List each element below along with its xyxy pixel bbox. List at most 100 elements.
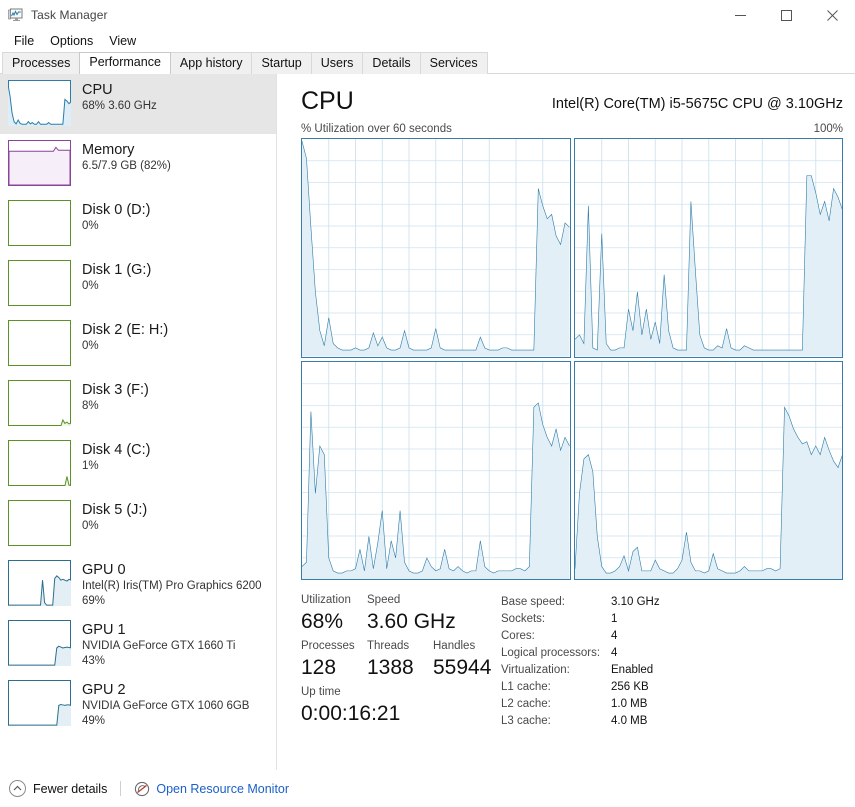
spec-key: Base speed: (501, 596, 565, 608)
spec-value: 4.0 MB (611, 715, 648, 727)
menu-item-view[interactable]: View (101, 32, 144, 50)
chevron-up-icon (9, 780, 26, 797)
stat-uptime: Up time 0:00:16:21 (301, 684, 501, 728)
sidebar-item-disk-4-title: Disk 4 (C:) (82, 442, 151, 458)
stat-label-threads: Threads (367, 640, 410, 652)
sidebar-item-cpu-mini-graph (8, 80, 71, 126)
spec-row: L2 cache: 1.0 MB (501, 696, 660, 713)
sidebar-item-disk-1[interactable]: Disk 1 (G:) 0% (0, 254, 276, 314)
graph-axis-labels: % Utilization over 60 seconds 100% (301, 123, 843, 135)
sidebar-item-disk-1-title: Disk 1 (G:) (82, 262, 152, 278)
sidebar-item-gpu-2-text: GPU 2 NVIDIA GeForce GTX 1060 6GB 49% (82, 680, 249, 729)
stat-value-uptime: 0:00:16:21 (301, 702, 401, 725)
stat-label-uptime: Up time (301, 686, 341, 698)
spec-key: Virtualization: (501, 664, 570, 676)
stat-label-speed: Speed (367, 594, 401, 606)
fewer-details-label: Fewer details (33, 781, 108, 796)
fewer-details-button[interactable]: Fewer details (9, 780, 107, 797)
sidebar-item-gpu-0-subtitle: Intel(R) Iris(TM) Pro Graphics 6200 (82, 580, 262, 592)
sidebar-item-disk-1-text: Disk 1 (G:) 0% (82, 260, 151, 294)
sidebar-item-cpu-title: CPU (82, 82, 113, 98)
sidebar-item-disk-3[interactable]: Disk 3 (F:) 8% (0, 374, 276, 434)
spec-value: 4 (611, 630, 618, 642)
resource-sidebar[interactable]: CPU 68% 3.60 GHz Memory 6.5/7.9 GB (82%) Dis… (0, 74, 277, 770)
sidebar-item-disk-1-mini-graph (8, 260, 71, 306)
stat-handles: Handles 55944 (433, 638, 499, 682)
statistics-area: Utilization 68% Speed 3.60 GHz Processes… (301, 592, 843, 730)
close-button[interactable] (809, 0, 855, 30)
sidebar-item-gpu-0-mini-graph (8, 560, 71, 606)
tab-services[interactable]: Services (419, 52, 488, 74)
sidebar-item-gpu-0-usage: 69% (82, 595, 106, 607)
spec-key: L2 cache: (501, 698, 551, 710)
sidebar-item-disk-2[interactable]: Disk 2 (E: H:) 0% (0, 314, 276, 374)
tab-details[interactable]: Details (362, 52, 421, 74)
window-controls (717, 0, 855, 30)
cpu-specifications: Base speed: 3.10 GHz Sockets: 1 Cores: 4 Logic… (501, 592, 660, 730)
stat-group-utilization-speed: Utilization 68% Speed 3.60 GHz (301, 592, 501, 636)
spec-row: Sockets: 1 (501, 611, 660, 628)
cpu-graph-3 (573, 360, 843, 580)
sidebar-item-disk-0[interactable]: Disk 0 (D:) 0% (0, 194, 276, 254)
resource-monitor-icon (134, 781, 150, 797)
stat-value-processes: 128 (301, 656, 337, 679)
spec-key: Sockets: (501, 613, 546, 625)
sidebar-item-disk-5[interactable]: Disk 5 (J:) 0% (0, 494, 276, 554)
sidebar-item-gpu-2-title: GPU 2 (82, 682, 126, 698)
sidebar-item-cpu-subtitle: 68% 3.60 GHz (82, 100, 157, 112)
spec-value: 1.0 MB (611, 698, 648, 710)
sidebar-item-gpu-2[interactable]: GPU 2 NVIDIA GeForce GTX 1060 6GB 49% (0, 674, 276, 734)
sidebar-item-disk-4[interactable]: Disk 4 (C:) 1% (0, 434, 276, 494)
sidebar-item-memory-text: Memory 6.5/7.9 GB (82%) (82, 140, 171, 174)
axis-label-left: % Utilization over 60 seconds (301, 123, 452, 135)
sidebar-item-cpu[interactable]: CPU 68% 3.60 GHz (0, 74, 276, 134)
tab-processes[interactable]: Processes (2, 52, 81, 74)
sidebar-item-gpu-2-usage: 49% (82, 715, 106, 727)
spec-key: L1 cache: (501, 681, 551, 693)
spec-value: Enabled (611, 664, 654, 676)
sidebar-item-disk-2-mini-graph (8, 320, 71, 366)
open-resource-monitor-link[interactable]: Open Resource Monitor (134, 781, 289, 797)
tab-startup[interactable]: Startup (251, 52, 312, 74)
stat-processes: Processes 128 (301, 638, 367, 682)
tab-app-history[interactable]: App history (169, 52, 253, 74)
sidebar-item-cpu-text: CPU 68% 3.60 GHz (82, 80, 157, 114)
maximize-button[interactable] (763, 0, 809, 30)
stat-label-utilization: Utilization (301, 594, 351, 606)
spec-row: L3 cache: 4.0 MB (501, 713, 660, 730)
sidebar-item-disk-5-title: Disk 5 (J:) (82, 502, 148, 518)
sidebar-item-disk-4-text: Disk 4 (C:) 1% (82, 440, 150, 474)
statistics-left: Utilization 68% Speed 3.60 GHz Processes… (301, 592, 501, 730)
sidebar-item-disk-0-mini-graph (8, 200, 71, 246)
spec-value: 1 (611, 613, 618, 625)
sidebar-item-memory[interactable]: Memory 6.5/7.9 GB (82%) (0, 134, 276, 194)
sidebar-item-disk-2-text: Disk 2 (E: H:) 0% (82, 320, 168, 354)
stat-speed: Speed 3.60 GHz (367, 592, 456, 636)
stat-label-processes: Processes (301, 640, 355, 652)
sidebar-item-gpu-1[interactable]: GPU 1 NVIDIA GeForce GTX 1660 Ti 43% (0, 614, 276, 674)
spec-value: 3.10 GHz (611, 596, 660, 608)
tab-performance[interactable]: Performance (79, 52, 171, 74)
sidebar-item-disk-4-subtitle: 1% (82, 460, 99, 472)
sidebar-item-memory-title: Memory (82, 142, 135, 158)
stat-value-handles: 55944 (433, 656, 492, 679)
sidebar-item-gpu-2-subtitle: NVIDIA GeForce GTX 1060 6GB (82, 700, 250, 712)
cpu-model-label: Intel(R) Core(TM) i5-5675C CPU @ 3.10GHz (551, 96, 843, 112)
minimize-button[interactable] (717, 0, 763, 30)
page-title: CPU (301, 87, 354, 115)
resource-monitor-label: Open Resource Monitor (156, 781, 290, 796)
sidebar-item-disk-5-subtitle: 0% (82, 520, 99, 532)
cpu-graph-0 (301, 138, 571, 358)
tab-users[interactable]: Users (310, 52, 364, 74)
menu-bar: File Options View (0, 30, 855, 52)
sidebar-item-disk-0-subtitle: 0% (82, 220, 99, 232)
sidebar-item-gpu-0[interactable]: GPU 0 Intel(R) Iris(TM) Pro Graphics 6200… (0, 554, 276, 614)
sidebar-item-disk-3-subtitle: 8% (82, 400, 99, 412)
menu-item-options[interactable]: Options (42, 32, 101, 50)
sidebar-item-disk-3-text: Disk 3 (F:) 8% (82, 380, 149, 414)
sidebar-item-disk-5-mini-graph (8, 500, 71, 546)
stat-value-speed: 3.60 GHz (367, 610, 456, 633)
sidebar-item-disk-4-mini-graph (8, 440, 71, 486)
stat-group-processes: Processes 128 Threads 1388 Handles 55944 (301, 638, 501, 682)
menu-item-file[interactable]: File (6, 32, 42, 50)
